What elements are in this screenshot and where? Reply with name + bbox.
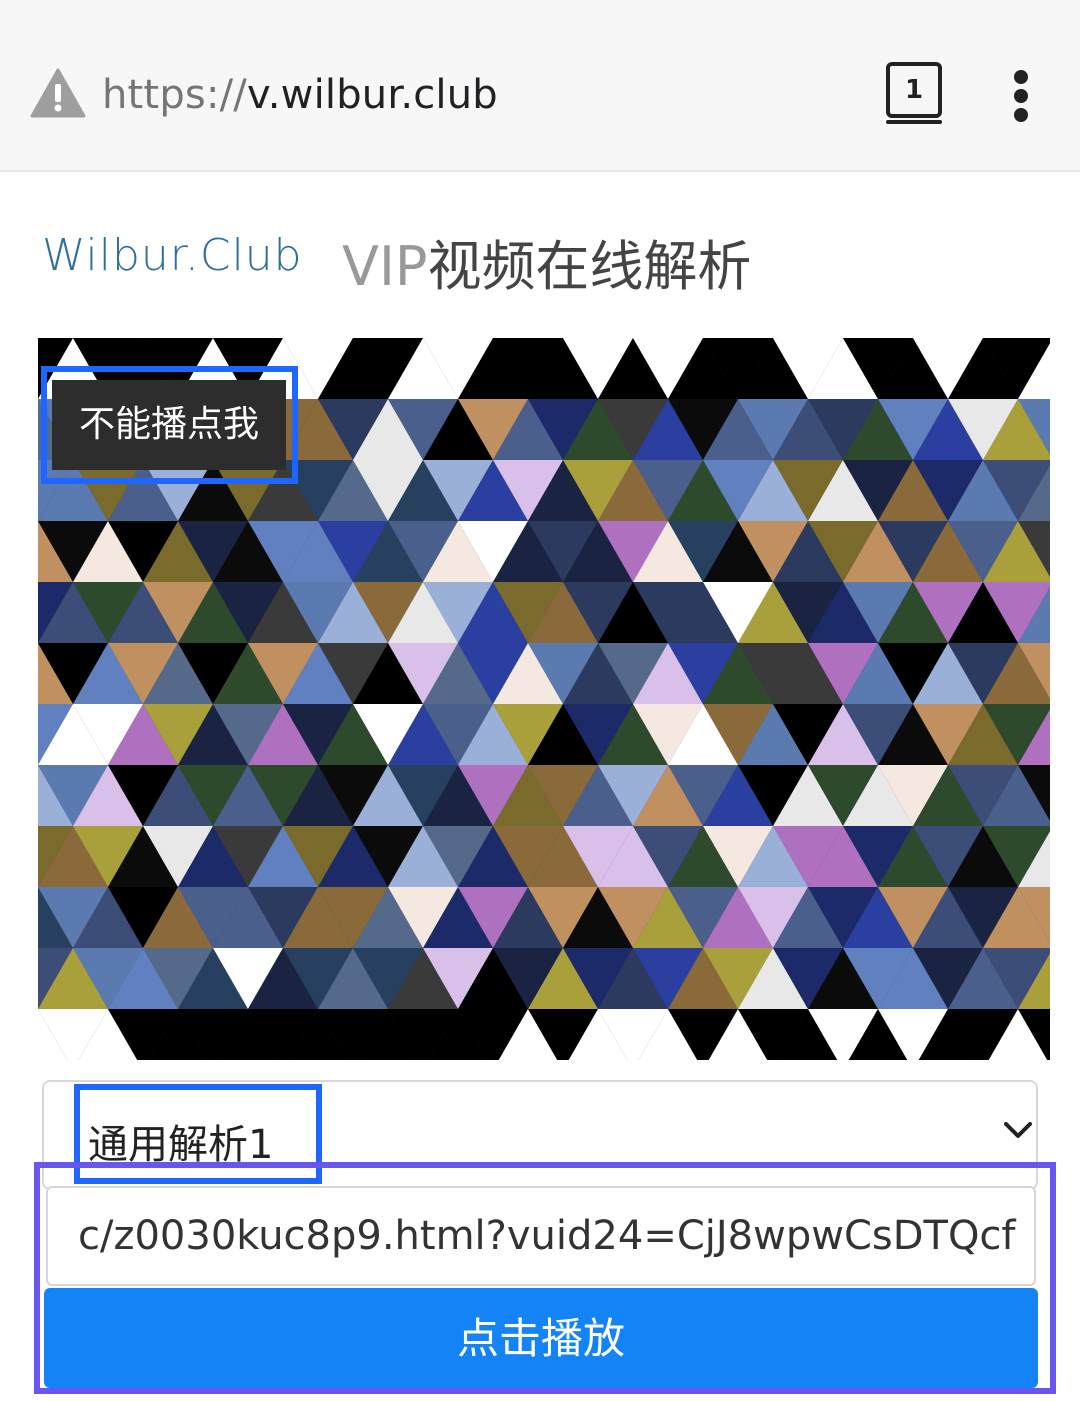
brand-link[interactable]: Wilbur.Club <box>42 230 303 281</box>
video-url-input[interactable]: c/z0030kuc8p9.html?vuid24=CjJ8wpwCsDTQcf <box>46 1186 1036 1286</box>
overflow-menu-icon[interactable] <box>1002 70 1042 122</box>
parser-select-value: 通用解析1 <box>88 1122 274 1168</box>
page-title-text: 视频在线解析 <box>427 235 752 298</box>
play-button[interactable]: 点击播放 <box>44 1288 1038 1388</box>
address-bar[interactable]: https://v.wilbur.club <box>102 72 498 118</box>
tab-count: 1 <box>886 62 942 118</box>
page-title-prefix: VIP <box>342 235 428 298</box>
browser-toolbar: https://v.wilbur.club 1 <box>0 0 1080 172</box>
cant-play-button[interactable]: 不能播点我 <box>52 380 286 470</box>
url-scheme: https:// <box>102 72 247 118</box>
chevron-down-icon <box>1004 1122 1032 1138</box>
tabs-icon <box>886 120 942 124</box>
page-title: VIP视频在线解析 <box>342 222 751 301</box>
warning-icon[interactable] <box>30 66 86 122</box>
url-host: v.wilbur.club <box>246 72 498 118</box>
tabs-button[interactable]: 1 <box>886 62 942 124</box>
